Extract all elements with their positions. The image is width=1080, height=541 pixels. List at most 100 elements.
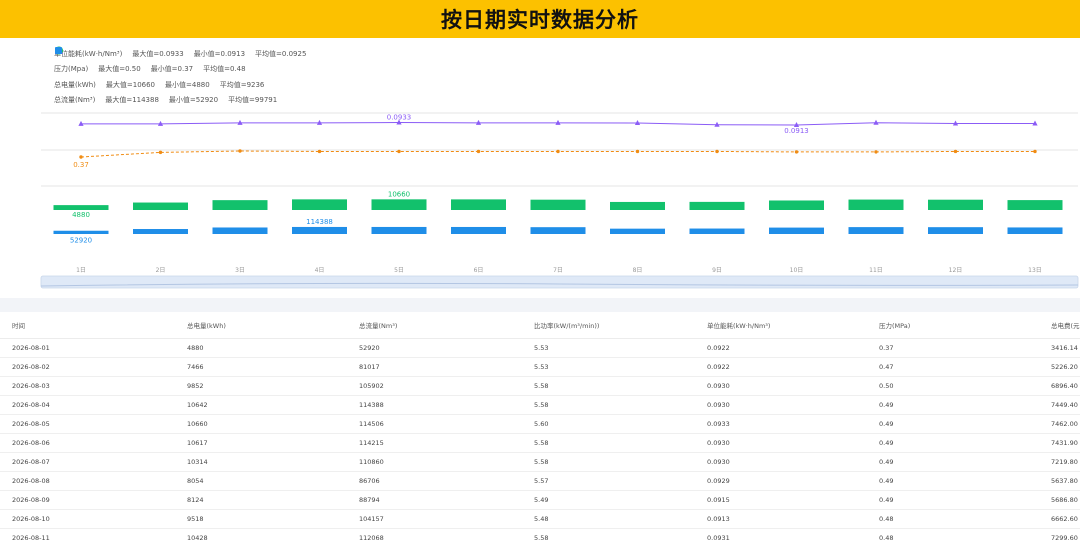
table-cell: 5.58: [522, 452, 695, 472]
table-cell: 112068: [347, 528, 522, 541]
table-cell: 52920: [347, 338, 522, 358]
tick-label: 13日: [1028, 267, 1042, 274]
legend-min: 最小值=0.37: [150, 65, 194, 74]
data-point: [476, 149, 481, 154]
zoom-slider[interactable]: [40, 275, 1079, 289]
table-cell: 7449.40: [1039, 395, 1080, 415]
tick-label: 3日: [235, 267, 245, 274]
table-cell: 7299.60: [1039, 528, 1080, 541]
data-point: [158, 150, 163, 155]
table-cell: 2026-08-03: [0, 376, 175, 396]
data-table: 时间 总电量(kWh) 总流量(Nm³) 比功率(kW/(m³/min)) 单位能耗(k…: [0, 312, 1080, 541]
table-cell: 2026-08-08: [0, 471, 175, 491]
data-point: [715, 149, 719, 154]
bar: [212, 227, 268, 234]
bar: [292, 199, 347, 210]
table-cell: 9852: [175, 376, 347, 396]
bar: [212, 200, 268, 210]
table-row: 2026-08-02 7466 81017 5.53 0.0922 0.47 5226.20: [0, 357, 1080, 377]
legend-item[interactable]: 总电量(kWh) 最大值=10660 最小值=4880 平均值=9236: [54, 46, 316, 93]
table-cell: 7431.90: [1039, 433, 1080, 453]
table-cell: 5.58: [522, 433, 695, 453]
data-point: [1032, 120, 1038, 126]
legend-name: 总流量(Nm³): [54, 96, 96, 105]
legend-name: 压力(Mpa): [54, 65, 89, 74]
legend-min: 最小值=0.0913: [193, 49, 246, 58]
table-cell: 0.0930: [695, 452, 867, 472]
table-cell: 5686.80: [1039, 490, 1080, 510]
table-cell: 0.0922: [695, 338, 867, 358]
legend-item[interactable]: 总流量(Nm³) 最大值=114388 最小值=52920 平均值=99791: [54, 47, 316, 109]
bar: [53, 230, 109, 234]
table-cell: 5.60: [522, 414, 695, 434]
data-label: 4880: [72, 211, 90, 219]
column-header[interactable]: 单位能耗(kW·h/Nm³): [695, 312, 867, 339]
data-point: [79, 155, 83, 159]
table-cell: 0.0930: [695, 376, 867, 396]
table-cell: 8124: [175, 490, 347, 510]
bar: [53, 205, 109, 210]
column-header[interactable]: 比功率(kW/(m³/min)): [522, 312, 695, 339]
bar: [848, 199, 904, 210]
table-cell: 7219.80: [1039, 452, 1080, 472]
bar: [689, 228, 745, 234]
table-cell: 0.0915: [695, 490, 867, 510]
table-cell: 5.53: [522, 338, 695, 358]
legend-avg: 平均值=9236: [219, 80, 265, 89]
table-cell: 2026-08-07: [0, 452, 175, 472]
table-cell: 5.58: [522, 376, 695, 396]
table-cell: 8054: [175, 471, 347, 491]
table-cell: 2026-08-04: [0, 395, 175, 415]
table-cell: 0.49: [867, 490, 1039, 510]
legend-min: 最小值=4880: [165, 80, 210, 89]
table-cell: 2026-08-09: [0, 490, 175, 510]
bar: [928, 227, 983, 234]
legend-item[interactable]: 压力(Mpa) 最大值=0.50 最小值=0.37 平均值=0.48: [54, 46, 316, 78]
data-point: [873, 119, 879, 125]
table-cell: 10642: [175, 395, 347, 415]
tick-label: 4日: [315, 267, 325, 274]
table-cell: 0.47: [867, 357, 1039, 377]
data-point: [556, 149, 560, 154]
table-row: 2026-08-07 10314 110860 5.58 0.0930 0.49 7219.…: [0, 452, 1080, 472]
column-header[interactable]: 总电费(元): [1039, 312, 1080, 339]
bar: [1007, 200, 1063, 210]
legend-min: 最小值=52920: [168, 96, 219, 105]
legend-avg: 平均值=99791: [228, 96, 278, 105]
table-cell: 0.49: [867, 395, 1039, 415]
legend-max: 最大值=10660: [105, 80, 156, 89]
table-cell: 81017: [347, 357, 522, 377]
bar: [133, 229, 188, 234]
data-point: [1033, 149, 1037, 154]
table-cell: 0.49: [867, 414, 1039, 434]
table-cell: 0.0931: [695, 528, 867, 541]
bar: [133, 202, 188, 210]
column-header[interactable]: 时间: [0, 312, 175, 339]
table-cell: 5.53: [522, 357, 695, 377]
legend-avg: 平均值=0.48: [203, 65, 246, 74]
table-cell: 5.58: [522, 528, 695, 541]
bar: [530, 199, 586, 210]
bar: [928, 199, 983, 210]
column-header[interactable]: 总流量(Nm³): [347, 312, 522, 339]
chart-legend[interactable]: 单位能耗(kW·h/Nm³) 最大值=0.0933 最小值=0.0913 平均值=0.…: [54, 46, 316, 108]
data-point: [238, 149, 242, 153]
table-cell: 10660: [175, 414, 347, 434]
bar: [769, 200, 824, 210]
bar: [451, 226, 506, 234]
table-body: 2026-08-01 4880 52920 5.53 0.0922 0.37 3416.14…: [0, 338, 1080, 541]
column-header[interactable]: 压力(MPa): [867, 312, 1039, 339]
data-label: 0.0933: [387, 114, 412, 122]
data-point: [953, 149, 958, 154]
table-cell: 0.0930: [695, 395, 867, 415]
data-label: 0.0913: [784, 127, 809, 135]
tick-label: 11日: [869, 267, 883, 274]
table-cell: 3416.14: [1039, 338, 1080, 358]
tick-label: 6日: [474, 267, 484, 274]
legend-item[interactable]: 单位能耗(kW·h/Nm³) 最大值=0.0933 最小值=0.0913 平均值=0.…: [54, 46, 316, 62]
data-point: [635, 149, 640, 154]
legend-max: 最大值=0.0933: [132, 49, 184, 58]
table-cell: 114215: [347, 433, 522, 453]
column-header[interactable]: 总电量(kWh): [175, 312, 347, 339]
table-cell: 5.58: [522, 395, 695, 415]
